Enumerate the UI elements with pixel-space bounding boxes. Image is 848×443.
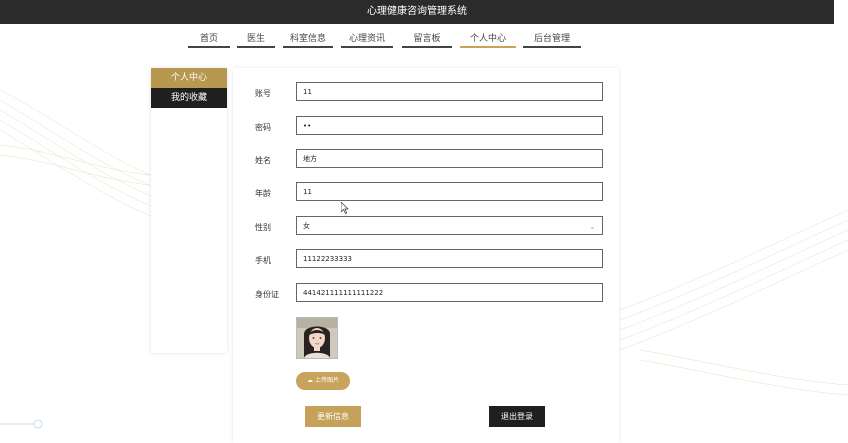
account-label: 账号: [255, 89, 271, 98]
nav-personal-center-label: 个人中心: [469, 34, 506, 44]
name-field[interactable]: 地方: [296, 149, 603, 168]
profile-form: 账号 11 密码 •• 姓名 地方 年龄 11 性别 女 ⌄ 手机 111222…: [233, 68, 619, 443]
nav-news[interactable]: 心理资讯: [341, 32, 393, 50]
nav-home[interactable]: 首页: [188, 32, 230, 50]
nav-news-underline: [341, 46, 393, 48]
nav-doctor-label: 医生: [246, 34, 265, 44]
nav-news-label: 心理资讯: [348, 34, 385, 44]
logout-button[interactable]: 退出登录: [489, 406, 545, 427]
nav-home-underline: [188, 46, 230, 48]
nav-doctor-underline: [237, 46, 275, 48]
id-card-field[interactable]: 441421111111111222: [296, 283, 603, 302]
phone-label: 手机: [255, 256, 271, 265]
phone-field[interactable]: 11122233333: [296, 249, 603, 268]
gender-select-value: 女: [303, 222, 310, 230]
nav-message-board[interactable]: 留言板: [402, 32, 452, 50]
nav-doctor[interactable]: 医生: [237, 32, 275, 50]
nav-admin[interactable]: 后台管理: [523, 32, 581, 50]
nav-home-label: 首页: [199, 34, 218, 44]
chevron-down-icon: ⌄: [589, 222, 596, 231]
sidebar: 个人中心 我的收藏: [151, 68, 227, 353]
id-card-label: 身份证: [255, 290, 279, 299]
cloud-upload-icon: ☁: [307, 377, 314, 384]
avatar-photo: [297, 318, 337, 358]
nav-message-board-label: 留言板: [413, 34, 441, 44]
nav-department-label: 科室信息: [289, 34, 326, 44]
nav-admin-underline: [523, 46, 581, 48]
nav-personal-center[interactable]: 个人中心: [460, 32, 516, 50]
upload-image-label: 上传图片: [314, 377, 339, 384]
app-header: 心理健康咨询管理系统: [0, 0, 834, 24]
password-field[interactable]: ••: [296, 116, 603, 135]
main-nav: 首页 医生 科室信息 心理资讯 留言板 个人中心 后台管理: [0, 24, 848, 52]
nav-message-board-underline: [402, 46, 452, 48]
nav-admin-label: 后台管理: [533, 34, 570, 44]
password-label: 密码: [255, 123, 271, 132]
gender-label: 性别: [255, 223, 271, 232]
nav-department[interactable]: 科室信息: [283, 32, 333, 50]
app-title: 心理健康咨询管理系统: [367, 6, 467, 17]
avatar: [296, 317, 338, 359]
nav-personal-center-underline: [460, 46, 516, 48]
gender-select[interactable]: 女 ⌄: [296, 216, 603, 235]
nav-department-underline: [283, 46, 333, 48]
sidebar-item-personal-center[interactable]: 个人中心: [151, 68, 227, 88]
mouse-pointer-icon: [341, 202, 349, 214]
sidebar-item-favorites[interactable]: 我的收藏: [151, 88, 227, 108]
age-label: 年龄: [255, 189, 271, 198]
upload-image-button[interactable]: ☁ 上传图片: [296, 372, 350, 390]
age-field[interactable]: 11: [296, 182, 603, 201]
update-info-button[interactable]: 更新信息: [305, 406, 361, 427]
account-field[interactable]: 11: [296, 82, 603, 101]
name-label: 姓名: [255, 156, 271, 165]
